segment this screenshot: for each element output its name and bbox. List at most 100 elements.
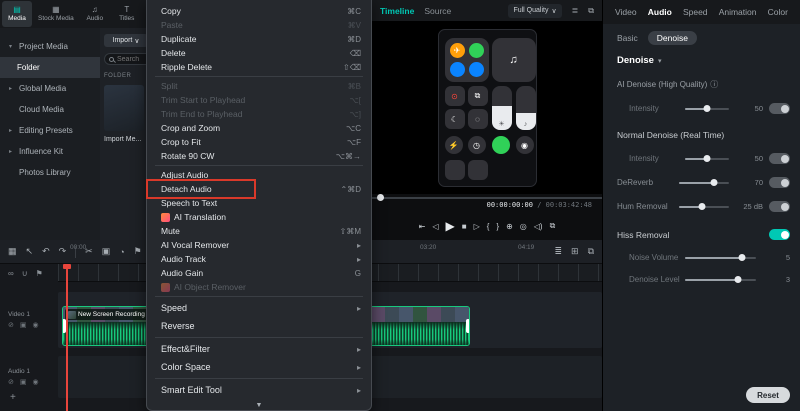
pointer-tool-icon[interactable]: ↖ [26,246,34,257]
menu-item-paste[interactable]: Paste⌘V [147,18,371,32]
speed-icon[interactable]: ◔ [119,247,124,257]
marker-flag-icon[interactable]: ⚑ [36,269,43,278]
ai-denoise-toggle[interactable] [769,103,790,114]
marker-icon[interactable]: ⚑ [134,246,142,257]
snapshot-icon[interactable]: ◎ [520,222,527,231]
tab-animation[interactable]: Animation [719,7,757,17]
display-settings-icon[interactable]: ≣ [572,6,579,15]
tab-stock-media[interactable]: ▦ Stock Media [34,1,78,27]
track-lock-icon[interactable]: ▣ [20,321,27,329]
tab-source[interactable]: Source [424,6,451,16]
previous-frame-icon[interactable]: ◁ [432,222,438,231]
menu-item-crop-and-zoom[interactable]: Crop and Zoom⌥C [147,121,371,135]
sidebar-item-cloud-media[interactable]: Cloud Media [0,99,100,120]
menu-item-trim-end[interactable]: Trim End to Playhead⌥] [147,107,371,121]
subtab-denoise[interactable]: Denoise [648,31,697,45]
clip-trim-handle-right[interactable] [466,319,470,333]
mark-out-icon[interactable]: } [496,222,499,231]
subtab-basic[interactable]: Basic [617,33,638,43]
reset-button[interactable]: Reset [746,387,790,403]
menu-item-ai-vocal-remover[interactable]: AI Vocal Remover▸ [147,238,371,252]
menu-item-rotate-90-cw[interactable]: Rotate 90 CW⌥⌘→ [147,149,371,163]
sidebar-item-editing-presets[interactable]: ▸ Editing Presets [0,120,100,141]
sidebar-item-folder[interactable]: Folder [0,57,100,78]
menu-item-crop-to-fit[interactable]: Crop to Fit⌥F [147,135,371,149]
tab-video[interactable]: Video [615,7,637,17]
tab-color[interactable]: Color [768,7,788,17]
quality-selector[interactable]: Full Quality ∨ [508,4,561,18]
zoom-icon[interactable]: ⊕ [506,222,513,231]
menu-item-split[interactable]: Split⌘B [147,79,371,93]
menu-item-reverse[interactable]: Reverse [147,317,371,335]
intensity-slider[interactable] [685,158,729,160]
render-preview-icon[interactable]: ≣ [554,246,562,257]
menu-scroll-down-icon[interactable]: ▼ [147,402,371,409]
grid-view-icon[interactable]: ⊞ [571,246,579,257]
tab-speed[interactable]: Speed [683,7,708,17]
sidebar-item-global-media[interactable]: ▸ Global Media [0,78,100,99]
volume-icon[interactable]: ◁) [534,222,543,231]
menu-item-duplicate[interactable]: Duplicate⌘D [147,32,371,46]
menu-item-ai-translation[interactable]: AI Translation [147,210,371,224]
tab-timeline[interactable]: Timeline [380,6,414,16]
menu-item-trim-start[interactable]: Trim Start to Playhead⌥[ [147,93,371,107]
track-mute-icon[interactable]: ⊘ [8,378,14,386]
mark-in-icon[interactable]: { [487,222,490,231]
inspector-panel: Video Audio Speed Animation Color Basic … [602,0,800,411]
menu-item-delete[interactable]: Delete⌫ [147,46,371,60]
denoise-section-header[interactable]: Denoise ▾ [617,55,790,66]
dereverb-slider[interactable] [679,182,729,184]
sidebar-item-influence-kit[interactable]: ▸ Influence Kit [0,141,100,162]
normal-denoise-toggle[interactable] [769,153,790,164]
media-thumbnail[interactable] [104,85,144,131]
mixer-icon[interactable]: ⧉ [588,246,594,257]
menu-item-color-space[interactable]: Color Space▸ [147,358,371,376]
play-button[interactable]: ▶ [446,219,455,233]
previous-edit-icon[interactable]: ⇤ [419,222,426,231]
track-lock-icon[interactable]: ▣ [20,378,27,386]
stop-button[interactable]: ■ [462,222,467,231]
denoise-level-slider[interactable] [685,279,756,281]
menu-item-audio-gain[interactable]: Audio GainG [147,266,371,280]
sidebar-item-photos-library[interactable]: Photos Library [0,162,100,183]
menu-item-ai-object-remover[interactable]: AI Object Remover [147,280,371,294]
menu-label: Mute [161,226,180,236]
sidebar-item-project-media[interactable]: ▾ Project Media [0,36,100,57]
hum-removal-toggle[interactable] [769,201,790,212]
hum-removal-slider[interactable] [679,206,729,208]
playhead[interactable] [66,264,68,411]
redo-icon[interactable]: ↷ [59,246,67,257]
info-icon[interactable]: ⓘ [710,79,718,90]
track-mute-icon[interactable]: ⊘ [8,321,14,329]
crop-icon[interactable]: ▣ [102,246,111,257]
add-track-button[interactable]: + [10,392,16,403]
menu-item-ripple-delete[interactable]: Ripple Delete⇧⌫ [147,60,371,74]
menu-item-speed[interactable]: Speed▸ [147,299,371,317]
tab-audio-settings[interactable]: Audio [648,7,672,17]
dual-screen-icon[interactable]: ⧉ [588,6,594,16]
menu-item-smart-edit-tool[interactable]: Smart Edit Tool▸ [147,381,371,399]
menu-item-mute[interactable]: Mute⇧⌘M [147,224,371,238]
menu-item-copy[interactable]: Copy⌘C [147,4,371,18]
track-visibility-icon[interactable]: ◉ [33,378,39,386]
link-clips-icon[interactable]: ∞ [8,269,14,278]
fullscreen-icon[interactable]: ⧉ [550,221,556,231]
menu-item-audio-track[interactable]: Audio Track▸ [147,252,371,266]
import-button[interactable]: Import ∨ [104,34,148,47]
razor-tool-icon[interactable]: ✂ [85,246,93,257]
undo-icon[interactable]: ↶ [42,246,50,257]
hiss-removal-toggle[interactable] [769,229,790,240]
tab-media[interactable]: ▤ Media [2,1,32,27]
preview-scrubber[interactable] [372,197,602,199]
next-frame-icon[interactable]: ▷ [474,222,480,231]
track-visibility-icon[interactable]: ◉ [33,321,39,329]
intensity-slider[interactable] [685,108,729,110]
tab-audio[interactable]: ♫ Audio [80,1,110,27]
scrubber-handle[interactable] [377,194,384,201]
magnet-snap-icon[interactable]: ∪ [22,269,28,278]
noise-volume-slider[interactable] [685,257,756,259]
menu-item-effect-filter[interactable]: Effect&Filter▸ [147,340,371,358]
track-manager-icon[interactable]: ▦ [8,246,17,257]
dereverb-toggle[interactable] [769,177,790,188]
tab-titles[interactable]: T Titles [112,1,142,27]
